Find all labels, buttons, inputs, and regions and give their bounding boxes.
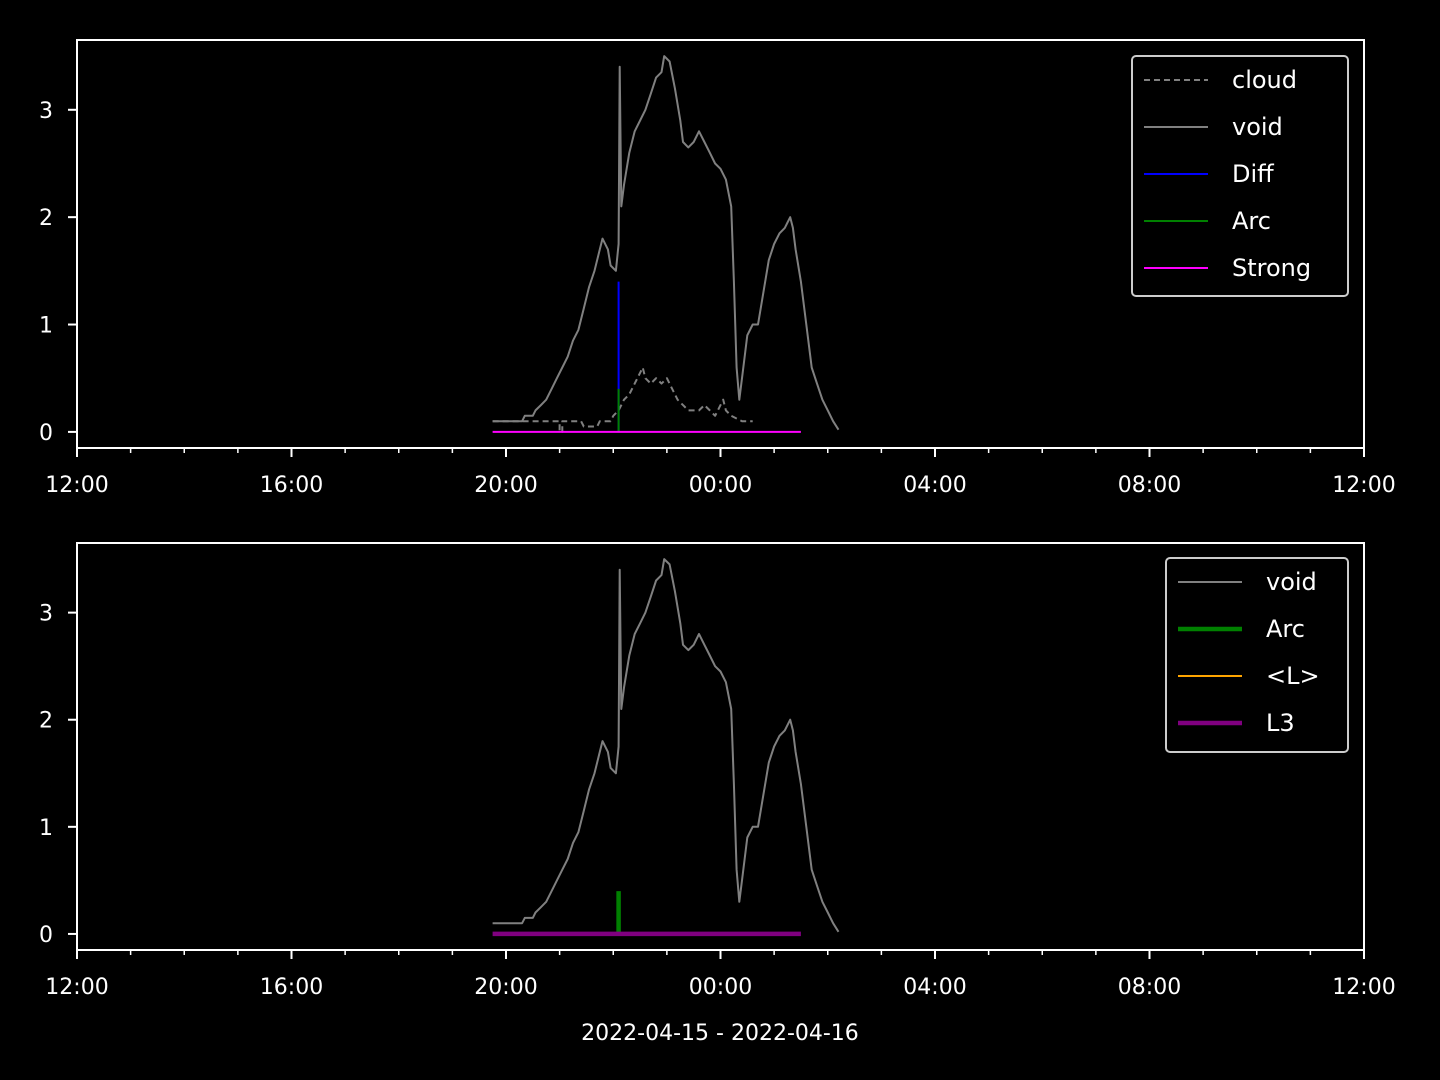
legend-label-arc: Arc <box>1266 615 1305 643</box>
x-tick-label: 12:00 <box>1332 975 1395 1000</box>
x-tick-label: 08:00 <box>1118 975 1181 1000</box>
x-tick-label: 12:00 <box>45 975 108 1000</box>
x-tick-label: 00:00 <box>689 473 752 498</box>
legend: void Arc <L> L3 <box>1165 557 1349 753</box>
legend-label-strong: Strong <box>1232 254 1311 282</box>
y-tick-label: 0 <box>39 421 53 446</box>
legend-label-l: <L> <box>1266 662 1320 690</box>
y-tick-label: 3 <box>39 99 53 124</box>
y-tick-label: 1 <box>39 314 53 339</box>
y-tick-label: 3 <box>39 602 53 627</box>
x-tick-label: 00:00 <box>689 975 752 1000</box>
x-tick-label: 20:00 <box>474 473 537 498</box>
x-axis-label: 2022-04-15 - 2022-04-16 <box>581 1021 859 1046</box>
legend-label-void: void <box>1232 113 1283 141</box>
x-tick-label: 04:00 <box>903 975 966 1000</box>
legend-label-void: void <box>1266 568 1317 596</box>
legend: cloud void Diff Arc Strong <box>1131 55 1349 297</box>
legend-label-diff: Diff <box>1232 160 1274 188</box>
x-tick-label: 16:00 <box>260 473 323 498</box>
x-tick-label: 16:00 <box>260 975 323 1000</box>
legend-label-cloud: cloud <box>1232 66 1297 94</box>
y-tick-label: 2 <box>39 709 53 734</box>
x-tick-label: 08:00 <box>1118 473 1181 498</box>
y-tick-label: 0 <box>39 923 53 948</box>
y-tick-label: 1 <box>39 816 53 841</box>
legend-label-l3: L3 <box>1266 709 1295 737</box>
legend-label-arc: Arc <box>1232 207 1271 235</box>
x-tick-label: 12:00 <box>1332 473 1395 498</box>
y-tick-label: 2 <box>39 206 53 231</box>
x-tick-label: 12:00 <box>45 473 108 498</box>
chart-figure: 12:00 16:00 20:00 00:00 04:00 08:00 12:00 0 1 2 3 c… <box>0 0 1440 1080</box>
x-tick-label: 04:00 <box>903 473 966 498</box>
x-tick-label: 20:00 <box>474 975 537 1000</box>
